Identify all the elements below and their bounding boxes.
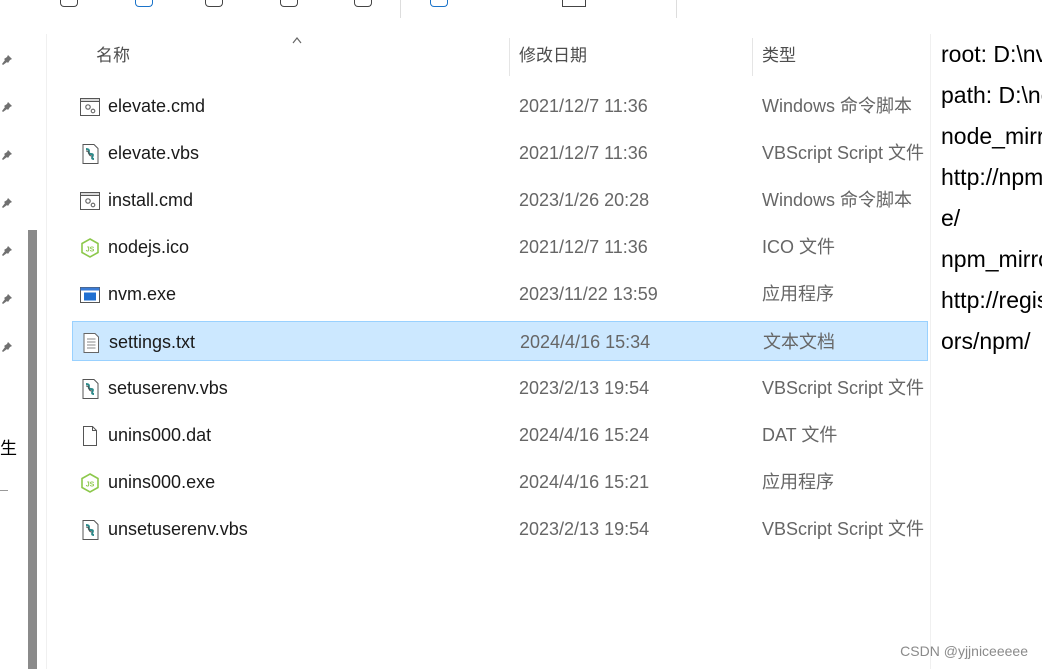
pin-icon[interactable] (1, 341, 13, 353)
preview-line: npm_mirror: (941, 246, 1042, 272)
preview-line: http://npm (941, 164, 1042, 190)
app-window-icon (79, 284, 101, 306)
file-modified-date: 2023/2/13 19:54 (519, 519, 650, 539)
file-modified-date: 2021/12/7 11:36 (519, 143, 648, 163)
preview-line: root: D:\nvm (941, 41, 1042, 67)
file-row[interactable]: unsetuserenv.vbs 2023/2/13 19:54 VBScript … (72, 509, 928, 549)
file-type: Windows 命令脚本 (762, 96, 913, 116)
file-type: 文本文档 (763, 332, 835, 352)
column-divider[interactable] (752, 38, 753, 76)
rename-icon[interactable] (280, 0, 298, 7)
file-row[interactable]: JS unins000.exe 2024/4/16 15:21 应用程序 (72, 462, 928, 502)
pin-icon[interactable] (1, 293, 13, 305)
vbs-script-icon (79, 143, 101, 165)
vbs-script-icon (79, 378, 101, 400)
file-row[interactable]: elevate.cmd 2021/12/7 11:36 Windows 命令脚本 (72, 86, 928, 126)
file-type: DAT 文件 (762, 425, 838, 445)
navigation-pane: 生 (0, 34, 47, 669)
preview-line: http://registry (941, 287, 1042, 313)
pin-icon[interactable] (1, 149, 13, 161)
toolbar-divider (676, 0, 677, 18)
nav-scrollbar[interactable] (28, 230, 37, 669)
file-modified-date: 2024/4/16 15:34 (520, 332, 651, 352)
file-type: ICO 文件 (762, 237, 836, 257)
file-name[interactable]: unsetuserenv.vbs (108, 509, 248, 549)
column-header-date[interactable]: 修改日期 (519, 34, 587, 74)
svg-text:JS: JS (86, 247, 95, 254)
pin-icon[interactable] (1, 54, 13, 66)
file-name[interactable]: unins000.exe (108, 462, 215, 502)
file-explorer-window: 生 名称 修改日期 类型 elevate.cmd 2021/12/7 11:36 W… (0, 0, 1042, 669)
preview-line: node_mirror: (941, 123, 1042, 149)
file-modified-date: 2021/12/7 11:36 (519, 237, 648, 257)
file-type: 应用程序 (762, 284, 834, 304)
column-header-name[interactable]: 名称 (96, 34, 130, 74)
file-row[interactable]: settings.txt 2024/4/16 15:34 文本文档 (72, 321, 928, 361)
share-icon[interactable] (354, 0, 372, 7)
file-row[interactable]: setuserenv.vbs 2023/2/13 19:54 VBScript Sc… (72, 368, 928, 408)
nav-divider (0, 490, 8, 491)
cmd-script-icon (79, 190, 101, 212)
nodejs-icon: JS (79, 237, 101, 259)
svg-text:JS: JS (86, 482, 95, 489)
file-list: 名称 修改日期 类型 elevate.cmd 2021/12/7 11:36 Win… (47, 34, 930, 669)
blank-file-icon (79, 425, 101, 447)
nodejs-icon: JS (79, 472, 101, 494)
file-type: 应用程序 (762, 472, 834, 492)
file-name[interactable]: unins000.dat (108, 415, 211, 455)
column-header-type[interactable]: 类型 (762, 34, 796, 74)
preview-line: ors/npm/ (941, 328, 1031, 354)
file-row[interactable]: elevate.vbs 2021/12/7 11:36 VBScript Scrip… (72, 133, 928, 173)
preview-line: e/ (941, 205, 961, 231)
file-modified-date: 2023/11/22 13:59 (519, 284, 658, 304)
file-modified-date: 2024/4/16 15:24 (519, 425, 650, 445)
watermark: CSDN @yjjniceeeee (900, 643, 1028, 659)
text-document-icon (80, 332, 102, 354)
file-row[interactable]: JS nodejs.ico 2021/12/7 11:36 ICO 文件 (72, 227, 928, 267)
file-modified-date: 2021/12/7 11:36 (519, 96, 648, 116)
copy-icon[interactable] (135, 0, 153, 7)
sort-icon[interactable] (430, 0, 448, 7)
pin-icon[interactable] (1, 101, 13, 113)
file-modified-date: 2023/1/26 20:28 (519, 190, 650, 210)
cut-icon[interactable] (60, 0, 78, 7)
file-name[interactable]: elevate.cmd (108, 86, 205, 126)
preview-line: path: D:\nodejs (941, 82, 1042, 108)
file-name[interactable]: elevate.vbs (108, 133, 199, 173)
file-name[interactable]: settings.txt (109, 322, 195, 362)
file-type: VBScript Script 文件 (762, 143, 925, 163)
file-row[interactable]: unins000.dat 2024/4/16 15:24 DAT 文件 (72, 415, 928, 455)
file-name[interactable]: nvm.exe (108, 274, 176, 314)
sort-ascending-icon (292, 37, 302, 44)
file-row[interactable]: install.cmd 2023/1/26 20:28 Windows 命令脚本 (72, 180, 928, 220)
file-row[interactable]: nvm.exe 2023/11/22 13:59 应用程序 (72, 274, 928, 314)
vbs-script-icon (79, 519, 101, 541)
file-type: VBScript Script 文件 (762, 519, 925, 539)
pin-icon[interactable] (1, 197, 13, 209)
file-name[interactable]: setuserenv.vbs (108, 368, 228, 408)
column-divider[interactable] (509, 38, 510, 76)
file-type: VBScript Script 文件 (762, 378, 925, 398)
file-type: Windows 命令脚本 (762, 190, 913, 210)
file-modified-date: 2023/2/13 19:54 (519, 378, 650, 398)
view-icon[interactable] (562, 0, 586, 7)
file-name[interactable]: nodejs.ico (108, 227, 189, 267)
nav-item-label[interactable]: 生 (0, 434, 17, 459)
file-modified-date: 2024/4/16 15:21 (519, 472, 650, 492)
pin-icon[interactable] (1, 245, 13, 257)
cmd-script-icon (79, 96, 101, 118)
toolbar-divider (400, 0, 401, 18)
paste-icon[interactable] (205, 0, 223, 7)
file-name[interactable]: install.cmd (108, 180, 193, 220)
preview-pane: root: D:\nvm path: D:\nodejs node_mirror… (930, 34, 1042, 669)
toolbar (0, 0, 1042, 35)
